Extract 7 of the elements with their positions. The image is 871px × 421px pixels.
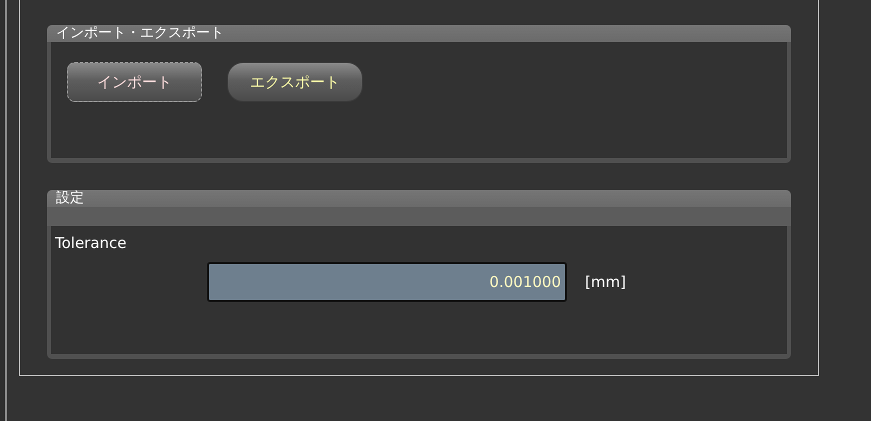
group-title: インポート・エクスポート bbox=[56, 25, 224, 41]
pill-button[interactable]: エクスポート bbox=[227, 62, 363, 102]
unit-label: [mm] bbox=[585, 273, 626, 291]
field-label: Tolerance bbox=[55, 234, 127, 252]
tolerance-field[interactable]: 0.001000 bbox=[207, 262, 567, 302]
group-title: 設定 bbox=[56, 190, 84, 206]
focused-button[interactable]: インポート bbox=[67, 62, 202, 102]
